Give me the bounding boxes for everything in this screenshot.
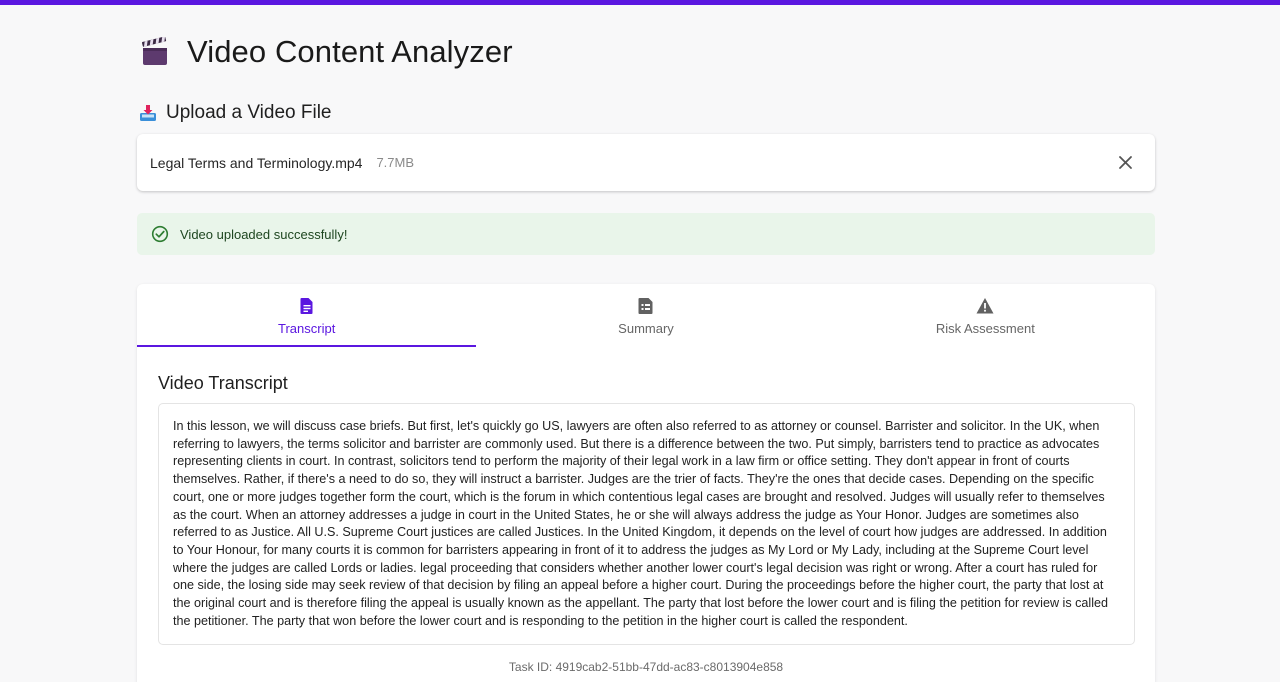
tab-risk-assessment[interactable]: Risk Assessment [816,284,1155,347]
task-id: Task ID: 4919cab2-51bb-47dd-ac83-c801390… [508,660,784,674]
clapperboard-icon [142,37,167,65]
close-icon[interactable] [1118,155,1133,170]
upload-heading: Upload a Video File [166,102,332,123]
inbox-tray-icon [140,105,156,121]
transcript-text: In this lesson, we will discuss case bri… [173,419,1109,628]
tab-label: Risk Assessment [935,321,1035,336]
tab-summary[interactable]: Summary [476,284,815,347]
alert-message: Video uploaded successfully! [180,226,348,242]
check-circle-icon [151,225,169,243]
app-header: Video Content Analyzer [140,30,513,74]
summary-document-icon [638,298,653,314]
tab-label: Summary [618,321,674,336]
document-icon [300,298,313,314]
tab-label: Transcript [278,321,336,336]
tab-transcript[interactable]: Transcript [137,284,477,347]
top-accent-bar [0,0,1280,5]
file-name: Legal Terms and Terminology.mp4 [150,154,363,171]
warning-icon [976,298,994,314]
upload-section-heading: Upload a Video File [139,100,331,126]
results-panel: Transcript Summary Risk Assessment Video… [137,284,1155,682]
success-alert: Video uploaded successfully! [137,213,1155,255]
file-size: 7.7MB [376,155,415,170]
transcript-heading: Video Transcript [158,373,288,393]
tab-bar: Transcript Summary Risk Assessment [137,284,1155,347]
uploaded-file-card: Legal Terms and Terminology.mp4 7.7MB [137,134,1155,191]
transcript-text-box: In this lesson, we will discuss case bri… [158,403,1135,645]
page-title: Video Content Analyzer [187,34,513,69]
